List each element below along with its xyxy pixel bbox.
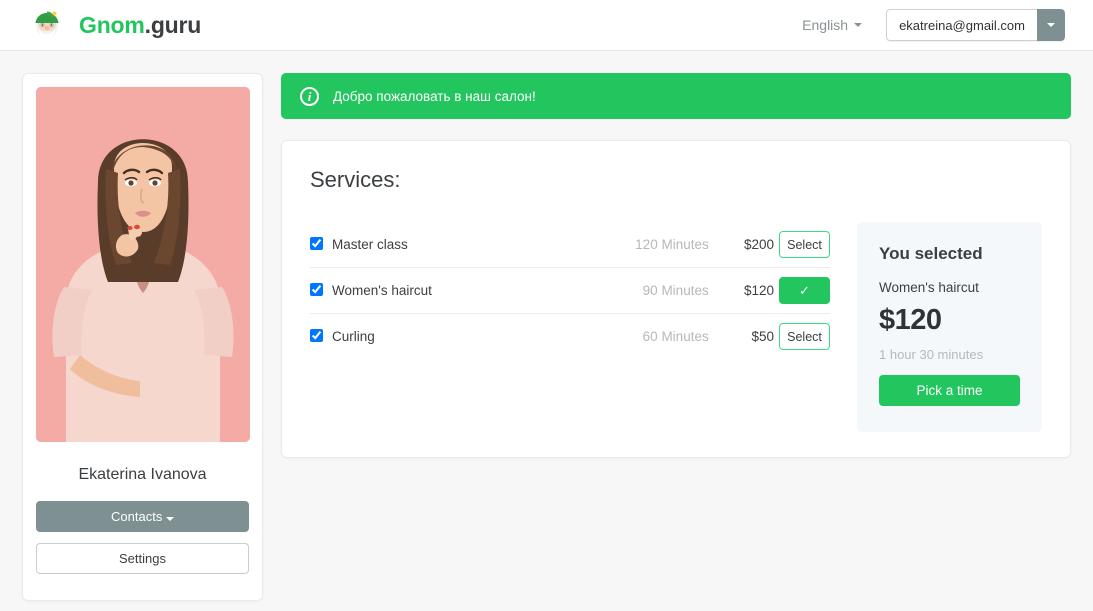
brand-text: Gnom.guru: [79, 12, 201, 39]
select-button[interactable]: Select: [779, 323, 830, 350]
service-name: Master class: [332, 222, 549, 268]
main-content: i Добро пожаловать в наш салон! Services…: [281, 73, 1071, 611]
summary-service-name: Women's haircut: [879, 280, 1020, 295]
brand-name-primary: Gnom: [79, 12, 145, 38]
gnome-logo-icon: [28, 6, 66, 44]
service-action-cell: Select: [774, 314, 830, 360]
summary-heading: You selected: [879, 244, 1020, 264]
contacts-label: Contacts: [111, 509, 162, 524]
service-name: Curling: [332, 314, 549, 360]
select-button[interactable]: Select: [779, 231, 830, 258]
service-checkbox[interactable]: [310, 237, 323, 250]
avatar: [36, 87, 250, 442]
account-dropdown-toggle[interactable]: [1037, 9, 1065, 41]
navbar-right-group: English ekatreina@gmail.com: [802, 9, 1065, 41]
chevron-down-icon: [1047, 23, 1055, 27]
table-row: Women's haircut 90 Minutes $120 ✓: [310, 268, 830, 314]
selection-summary-panel: You selected Women's haircut $120 1 hour…: [857, 222, 1042, 432]
page-title: Services:: [310, 167, 1042, 193]
service-duration: 120 Minutes: [549, 222, 709, 268]
brand-name-secondary: .guru: [145, 12, 202, 38]
service-checkbox-cell: [310, 314, 332, 360]
contacts-dropdown-button[interactable]: Contacts: [36, 501, 249, 532]
chevron-down-icon: [854, 23, 862, 27]
welcome-alert: i Добро пожаловать в наш салон!: [281, 73, 1071, 119]
language-label: English: [802, 17, 848, 33]
service-duration: 90 Minutes: [549, 268, 709, 314]
selection-summary-column: You selected Women's haircut $120 1 hour…: [857, 222, 1042, 432]
service-duration: 60 Minutes: [549, 314, 709, 360]
summary-price: $120: [879, 304, 1020, 337]
profile-sidebar: Ekaterina Ivanova Contacts Settings: [22, 73, 263, 601]
service-checkbox-cell: [310, 222, 332, 268]
services-table: Master class 120 Minutes $200 Select: [310, 222, 830, 359]
service-price: $120: [709, 268, 774, 314]
service-action-cell: Select: [774, 222, 830, 268]
service-checkbox[interactable]: [310, 283, 323, 296]
brand-logo-link[interactable]: Gnom.guru: [28, 6, 201, 44]
welcome-alert-message: Добро пожаловать в наш салон!: [333, 89, 536, 104]
top-navbar: Gnom.guru English ekatreina@gmail.com: [0, 0, 1093, 51]
pick-a-time-button[interactable]: Pick a time: [879, 375, 1020, 406]
page-content: Ekaterina Ivanova Contacts Settings i До…: [0, 51, 1093, 611]
language-dropdown[interactable]: English: [802, 17, 862, 33]
services-list: Master class 120 Minutes $200 Select: [310, 222, 830, 432]
summary-duration: 1 hour 30 minutes: [879, 347, 1020, 362]
info-icon: i: [300, 87, 319, 106]
service-checkbox[interactable]: [310, 329, 323, 342]
services-card-body: Master class 120 Minutes $200 Select: [310, 222, 1042, 432]
service-price: $200: [709, 222, 774, 268]
selected-button[interactable]: ✓: [779, 277, 830, 304]
chevron-down-icon: [166, 517, 174, 521]
account-button-group[interactable]: ekatreina@gmail.com: [886, 9, 1065, 41]
service-action-cell: ✓: [774, 268, 830, 314]
service-checkbox-cell: [310, 268, 332, 314]
table-row: Curling 60 Minutes $50 Select: [310, 314, 830, 360]
service-price: $50: [709, 314, 774, 360]
service-name: Women's haircut: [332, 268, 549, 314]
table-row: Master class 120 Minutes $200 Select: [310, 222, 830, 268]
profile-name: Ekaterina Ivanova: [36, 466, 249, 484]
settings-button[interactable]: Settings: [36, 543, 249, 574]
account-email-button[interactable]: ekatreina@gmail.com: [886, 9, 1037, 41]
services-card: Services: Master class 120 Minutes $200: [281, 140, 1071, 458]
